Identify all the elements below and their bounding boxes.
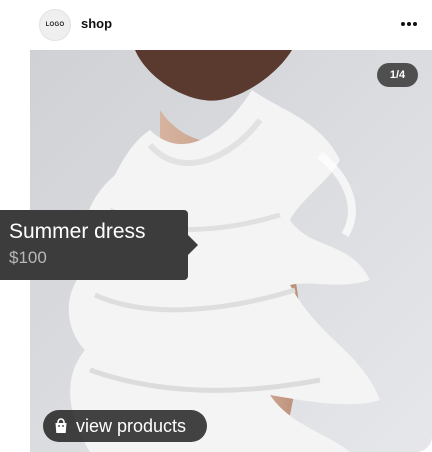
shop-logo[interactable]: LOGO bbox=[39, 9, 71, 41]
more-options-button[interactable] bbox=[398, 14, 420, 34]
post-header: LOGO shop bbox=[0, 0, 432, 50]
product-tag[interactable]: Summer dress $100 bbox=[0, 210, 198, 280]
view-products-button[interactable]: view products bbox=[43, 410, 207, 442]
product-price: $100 bbox=[9, 248, 47, 267]
shop-name[interactable]: shop bbox=[81, 16, 112, 31]
image-counter-badge: 1/4 bbox=[377, 63, 418, 87]
more-horizontal-icon bbox=[401, 22, 417, 26]
product-name: Summer dress bbox=[9, 220, 146, 243]
logo-text: LOGO bbox=[45, 22, 65, 28]
view-products-label: view products bbox=[76, 415, 187, 436]
shopping-bag-icon bbox=[55, 418, 67, 433]
